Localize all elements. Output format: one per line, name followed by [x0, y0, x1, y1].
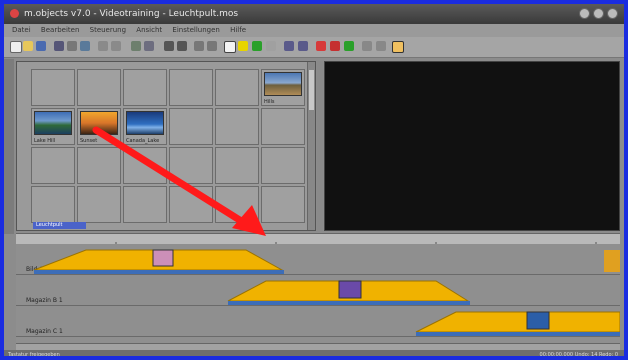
screenshot-frame: m.objects v7.0 - Videotraining - Leuchtp…: [0, 0, 628, 360]
annotation-arrow: [92, 126, 266, 236]
